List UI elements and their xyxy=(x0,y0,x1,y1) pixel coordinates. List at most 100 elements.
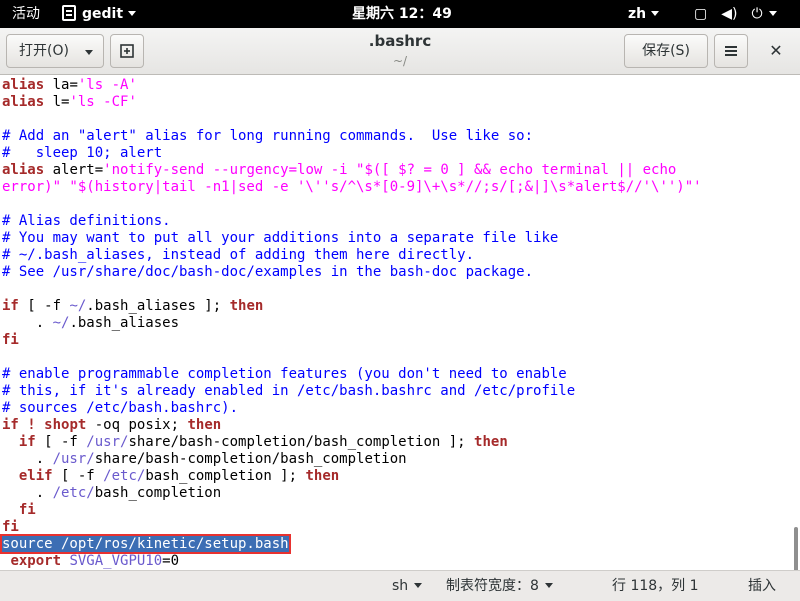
code-token: /etc/ xyxy=(103,468,146,484)
status-bar: sh 制表符宽度：8 行 118，列 1 插入 xyxy=(0,570,800,601)
code-token: -oq posix; xyxy=(86,417,188,433)
code-line: alias l='ls -CF' xyxy=(2,94,800,111)
code-token: [ -f xyxy=(35,434,87,450)
activities-button[interactable]: 活动 xyxy=(12,0,40,28)
insert-mode: 插入 xyxy=(748,578,776,594)
code-token: =0 xyxy=(162,553,180,569)
chevron-down-icon xyxy=(414,583,423,588)
volume-icon: ◀) xyxy=(721,6,738,22)
open-button[interactable]: 打开(O) xyxy=(6,34,104,68)
language-selector[interactable]: sh xyxy=(392,571,423,601)
code-line: # You may want to put all your additions… xyxy=(2,230,800,247)
code-token: .bash_aliases xyxy=(69,315,180,331)
code-view[interactable]: alias la='ls -A' alias l='ls -CF' # Add an… xyxy=(0,75,800,570)
code-line: fi xyxy=(2,519,800,536)
code-line: if ! shopt -oq posix; then xyxy=(2,417,800,434)
code-line: . /etc/bash_completion xyxy=(2,485,800,502)
code-token: 'notify-send --urgency=low -i "$([ $? = … xyxy=(103,162,677,178)
document-title: .bashrc xyxy=(368,32,432,50)
code-token: fi xyxy=(2,332,19,348)
code-line: alias la='ls -A' xyxy=(2,77,800,94)
code-line: . /usr/share/bash-completion/bash_comple… xyxy=(2,451,800,468)
code-line: alias alert='notify-send --urgency=low -… xyxy=(2,162,800,179)
input-method-label: zh xyxy=(628,6,647,22)
code-token: then xyxy=(187,417,222,433)
code-token: . xyxy=(2,451,53,467)
code-line: # sources /etc/bash.bashrc). xyxy=(2,400,800,417)
code-token: then xyxy=(474,434,508,450)
code-token: la= xyxy=(44,77,78,93)
chevron-down-icon xyxy=(768,11,777,16)
code-token: l= xyxy=(44,94,70,110)
code-token: 'ls -A' xyxy=(77,77,137,93)
code-token: fi xyxy=(2,519,19,535)
header-bar: 打开(O) .bashrc ~/ 保存(S) ✕ xyxy=(0,28,800,75)
gnome-top-bar: 活动 gedit 星期六 12：49 zh ▢ ◀) ⏻ xyxy=(0,0,800,28)
code-token: alert= xyxy=(44,162,104,178)
tab-width-label: 制表符宽度：8 xyxy=(446,578,539,594)
code-line: export SVGA_VGPU10=0 xyxy=(2,553,800,570)
code-token: alias xyxy=(2,162,45,178)
code-token: [ -f xyxy=(52,468,104,484)
text-editor[interactable]: alias la='ls -A' alias l='ls -CF' # Add an… xyxy=(0,75,800,570)
chevron-down-icon xyxy=(85,50,93,55)
input-method-menu[interactable]: zh xyxy=(628,0,660,28)
code-line: # See /usr/share/doc/bash-doc/examples i… xyxy=(2,264,800,281)
code-token: # ~/.bash_aliases, instead of adding the… xyxy=(2,247,475,263)
hamburger-menu-button[interactable] xyxy=(714,34,748,68)
code-token: fi xyxy=(18,502,36,518)
code-line: # enable programmable completion feature… xyxy=(2,366,800,383)
code-line: fi xyxy=(2,502,800,519)
code-token: if xyxy=(18,434,36,450)
code-token: error)" "$(history|tail -n1|sed -e '\''s… xyxy=(2,179,702,195)
code-token: # Alias definitions. xyxy=(2,213,171,229)
code-token: # sleep 10; alert xyxy=(2,145,163,161)
code-line: if [ -f ~/.bash_aliases ]; then xyxy=(2,298,800,315)
code-token: if xyxy=(2,298,19,314)
code-token: # You may want to put all your additions… xyxy=(2,230,559,246)
code-token: if xyxy=(2,417,19,433)
new-tab-button[interactable] xyxy=(110,34,144,68)
code-token: then xyxy=(229,298,264,314)
code-line: elif [ -f /etc/bash_completion ]; then xyxy=(2,468,800,485)
selected-text: source /opt/ros/kinetic/setup.bash xyxy=(0,534,291,554)
code-token: 'ls -CF' xyxy=(69,94,137,110)
app-name: gedit xyxy=(82,6,124,22)
code-line: if [ -f /usr/share/bash-completion/bash_… xyxy=(2,434,800,451)
menu-icon xyxy=(725,50,737,52)
code-token: alias xyxy=(2,77,45,93)
close-button[interactable]: ✕ xyxy=(760,34,792,68)
code-line: fi xyxy=(2,332,800,349)
code-token: shopt xyxy=(44,417,87,433)
code-line: source /opt/ros/kinetic/setup.bash xyxy=(0,534,800,554)
code-token: export xyxy=(10,553,62,569)
save-button[interactable]: 保存(S) xyxy=(624,34,708,68)
clock[interactable]: 星期六 12：49 xyxy=(352,0,452,28)
app-menu[interactable]: gedit xyxy=(62,0,137,28)
tab-width-selector[interactable]: 制表符宽度：8 xyxy=(446,571,553,601)
document-path: ~/ xyxy=(392,54,408,68)
code-token: /usr/ xyxy=(52,451,95,467)
language-label: sh xyxy=(392,578,409,594)
code-line: # Add an "alert" alias for long running … xyxy=(2,128,800,145)
code-line: # Alias definitions. xyxy=(2,213,800,230)
code-token: bash_completion xyxy=(94,485,222,501)
open-label: 打开(O) xyxy=(19,43,69,59)
code-token: share/bash-completion/bash_completion xyxy=(94,451,407,467)
gedit-icon xyxy=(62,5,76,21)
new-document-icon xyxy=(120,44,134,58)
vertical-scrollbar[interactable] xyxy=(794,527,798,570)
code-token: bash_completion ]; xyxy=(145,468,306,484)
chevron-down-icon xyxy=(544,583,553,588)
code-token: alias xyxy=(2,94,45,110)
code-token: elif xyxy=(18,468,53,484)
system-menu[interactable]: ▢ ◀) ⏻ xyxy=(694,0,791,28)
code-token: SVGA_VGPU10 xyxy=(69,553,163,569)
